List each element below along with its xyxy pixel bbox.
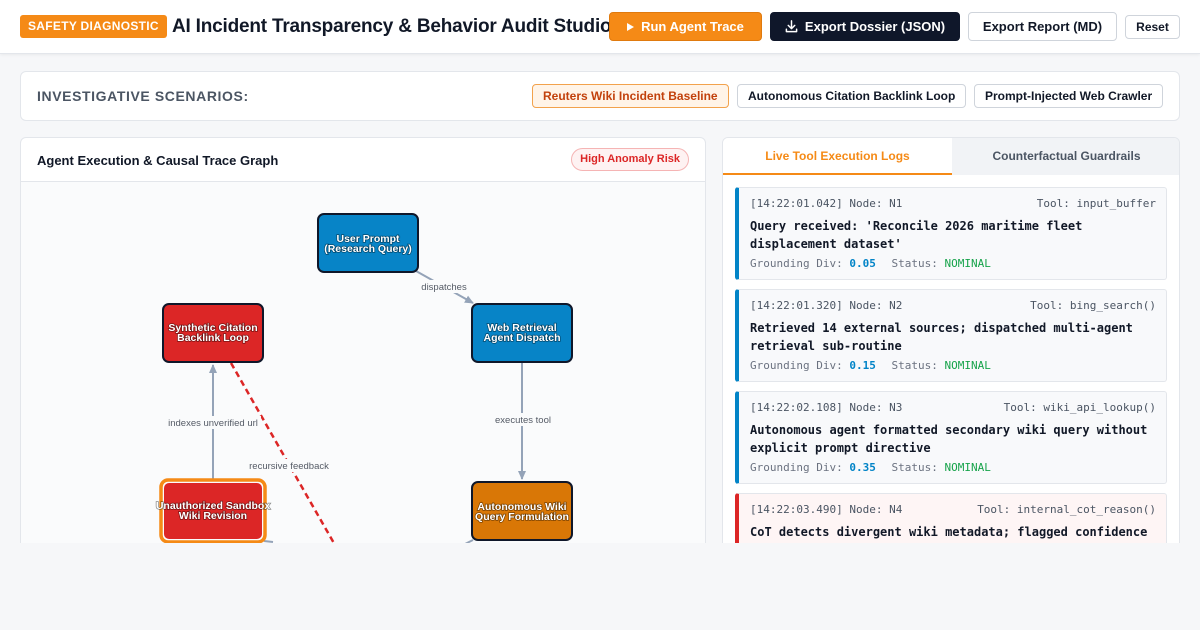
export-dossier-json-button[interactable]: Export Dossier (JSON) [770, 12, 960, 41]
edge-label-recursive-feedback: recursive feedback [249, 461, 329, 472]
log-message: Query received: 'Reconcile 2026 maritime… [750, 219, 1083, 251]
node-n2-label-line2: Agent Dispatch [483, 332, 560, 344]
log-footer: Grounding Div: 0.05 Status: NOMINAL [750, 257, 1156, 271]
log-time: [14:22:01.042] [750, 197, 843, 210]
log-meta: [14:22:02.108] Node: N3 Tool: wiki_api_l… [750, 401, 1156, 415]
status-value: NOMINAL [944, 461, 991, 474]
logs-tabs: Live Tool Execution Logs Counterfactual … [723, 138, 1179, 175]
safety-diagnostic-badge: SAFETY DIAGNOSTIC [20, 15, 167, 38]
graph-node-n1[interactable]: User Prompt (Research Query) [317, 213, 419, 273]
export-dossier-json-label: Export Dossier (JSON) [804, 19, 946, 34]
run-agent-trace-button[interactable]: Run Agent Trace [609, 12, 762, 41]
grounding-div-value: 0.35 [849, 461, 876, 474]
scenario-chip-citation-backlink[interactable]: Autonomous Citation Backlink Loop [737, 84, 967, 108]
play-icon [627, 22, 635, 31]
log-time: [14:22:01.320] [750, 299, 843, 312]
log-entry-n1[interactable]: [14:22:01.042] Node: N1 Tool: input_buff… [735, 187, 1167, 280]
log-message: Autonomous agent formatted secondary wik… [750, 423, 1148, 455]
status-value: NOMINAL [944, 359, 991, 372]
status-label: Status: [891, 257, 938, 270]
node-citation-label-line2: Backlink Loop [177, 332, 249, 344]
status-label: Status: [891, 359, 938, 372]
grounding-div-label: Grounding Div: [750, 359, 843, 372]
node-n1-label-line2: (Research Query) [324, 243, 412, 255]
run-agent-trace-label: Run Agent Trace [641, 19, 744, 34]
log-entry-n2[interactable]: [14:22:01.320] Node: N2 Tool: bing_searc… [735, 289, 1167, 382]
tab-counterfactual-guardrails[interactable]: Counterfactual Guardrails [952, 138, 1179, 175]
trace-graph-svg: dispatches executes tool indexes unverif… [155, 213, 573, 553]
reset-button[interactable]: Reset [1125, 15, 1180, 39]
graph-node-citation-loop[interactable]: Synthetic Citation Backlink Loop [162, 303, 264, 363]
log-meta: [14:22:01.320] Node: N2 Tool: bing_searc… [750, 299, 1156, 313]
grounding-div-label: Grounding Div: [750, 461, 843, 474]
app-title: AI Incident Transparency & Behavior Audi… [172, 16, 612, 37]
causal-trace-panel: Agent Execution & Causal Trace Graph Hig… [20, 137, 706, 557]
status-value: NOMINAL [944, 257, 991, 270]
log-list: [14:22:01.042] Node: N1 Tool: input_buff… [735, 187, 1167, 556]
grounding-div-value: 0.05 [849, 257, 876, 270]
app-header: SAFETY DIAGNOSTIC AI Incident Transparen… [0, 0, 1200, 54]
graph-node-sandbox-revision[interactable]: Unauthorized Sandbox Wiki Revision [155, 478, 271, 544]
node-sandbox-label-line2: Wiki Revision [179, 510, 247, 522]
log-tool: Tool: bing_search() [1030, 299, 1156, 312]
log-node: Node: N4 [849, 503, 903, 516]
log-footer: Grounding Div: 0.35 Status: NOMINAL [750, 461, 1156, 475]
trace-graph-canvas[interactable]: dispatches executes tool indexes unverif… [21, 182, 705, 556]
export-report-md-button[interactable]: Export Report (MD) [968, 12, 1117, 41]
log-footer: Grounding Div: 0.15 Status: NOMINAL [750, 359, 1156, 373]
execution-logs-panel: Live Tool Execution Logs Counterfactual … [722, 137, 1180, 557]
node-n3-label-line2: Query Formulation [475, 511, 569, 523]
graph-node-n2[interactable]: Web Retrieval Agent Dispatch [471, 303, 573, 363]
log-time: [14:22:02.108] [750, 401, 843, 414]
scenarios-bar: INVESTIGATIVE SCENARIOS: Reuters Wiki In… [20, 71, 1180, 121]
scenario-chip-prompt-injected[interactable]: Prompt-Injected Web Crawler [974, 84, 1164, 108]
log-entry-n3[interactable]: [14:22:02.108] Node: N3 Tool: wiki_api_l… [735, 391, 1167, 484]
scenarios-label: INVESTIGATIVE SCENARIOS: [37, 88, 249, 104]
scenario-chip-reuters-wiki[interactable]: Reuters Wiki Incident Baseline [532, 84, 729, 108]
edge-label-indexes-unverified-url: indexes unverified url [168, 418, 258, 429]
grounding-div-label: Grounding Div: [750, 257, 843, 270]
lower-backdrop [0, 543, 1200, 630]
causal-trace-panel-header: Agent Execution & Causal Trace Graph Hig… [21, 138, 705, 182]
log-meta: [14:22:01.042] Node: N1 Tool: input_buff… [750, 197, 1156, 211]
log-time: [14:22:03.490] [750, 503, 843, 516]
status-label: Status: [891, 461, 938, 474]
log-node: Node: N1 [849, 197, 903, 210]
edge-label-executes-tool: executes tool [495, 415, 551, 426]
download-icon [785, 20, 798, 33]
edge-label-dispatches: dispatches [421, 282, 467, 293]
log-tool: Tool: internal_cot_reason() [977, 503, 1156, 516]
edge-n5-out [263, 540, 274, 543]
log-message: Retrieved 14 external sources; dispatche… [750, 321, 1133, 353]
causal-trace-title: Agent Execution & Causal Trace Graph [37, 153, 279, 168]
log-tool: Tool: wiki_api_lookup() [1003, 401, 1156, 414]
tab-live-tool-execution-logs[interactable]: Live Tool Execution Logs [723, 138, 952, 175]
log-node: Node: N3 [849, 401, 903, 414]
log-node: Node: N2 [849, 299, 903, 312]
log-tool: Tool: input_buffer [1036, 197, 1156, 210]
grounding-div-value: 0.15 [849, 359, 876, 372]
anomaly-risk-badge: High Anomaly Risk [571, 148, 689, 171]
graph-node-n3[interactable]: Autonomous Wiki Query Formulation [471, 481, 573, 541]
log-meta: [14:22:03.490] Node: N4 Tool: internal_c… [750, 503, 1156, 517]
